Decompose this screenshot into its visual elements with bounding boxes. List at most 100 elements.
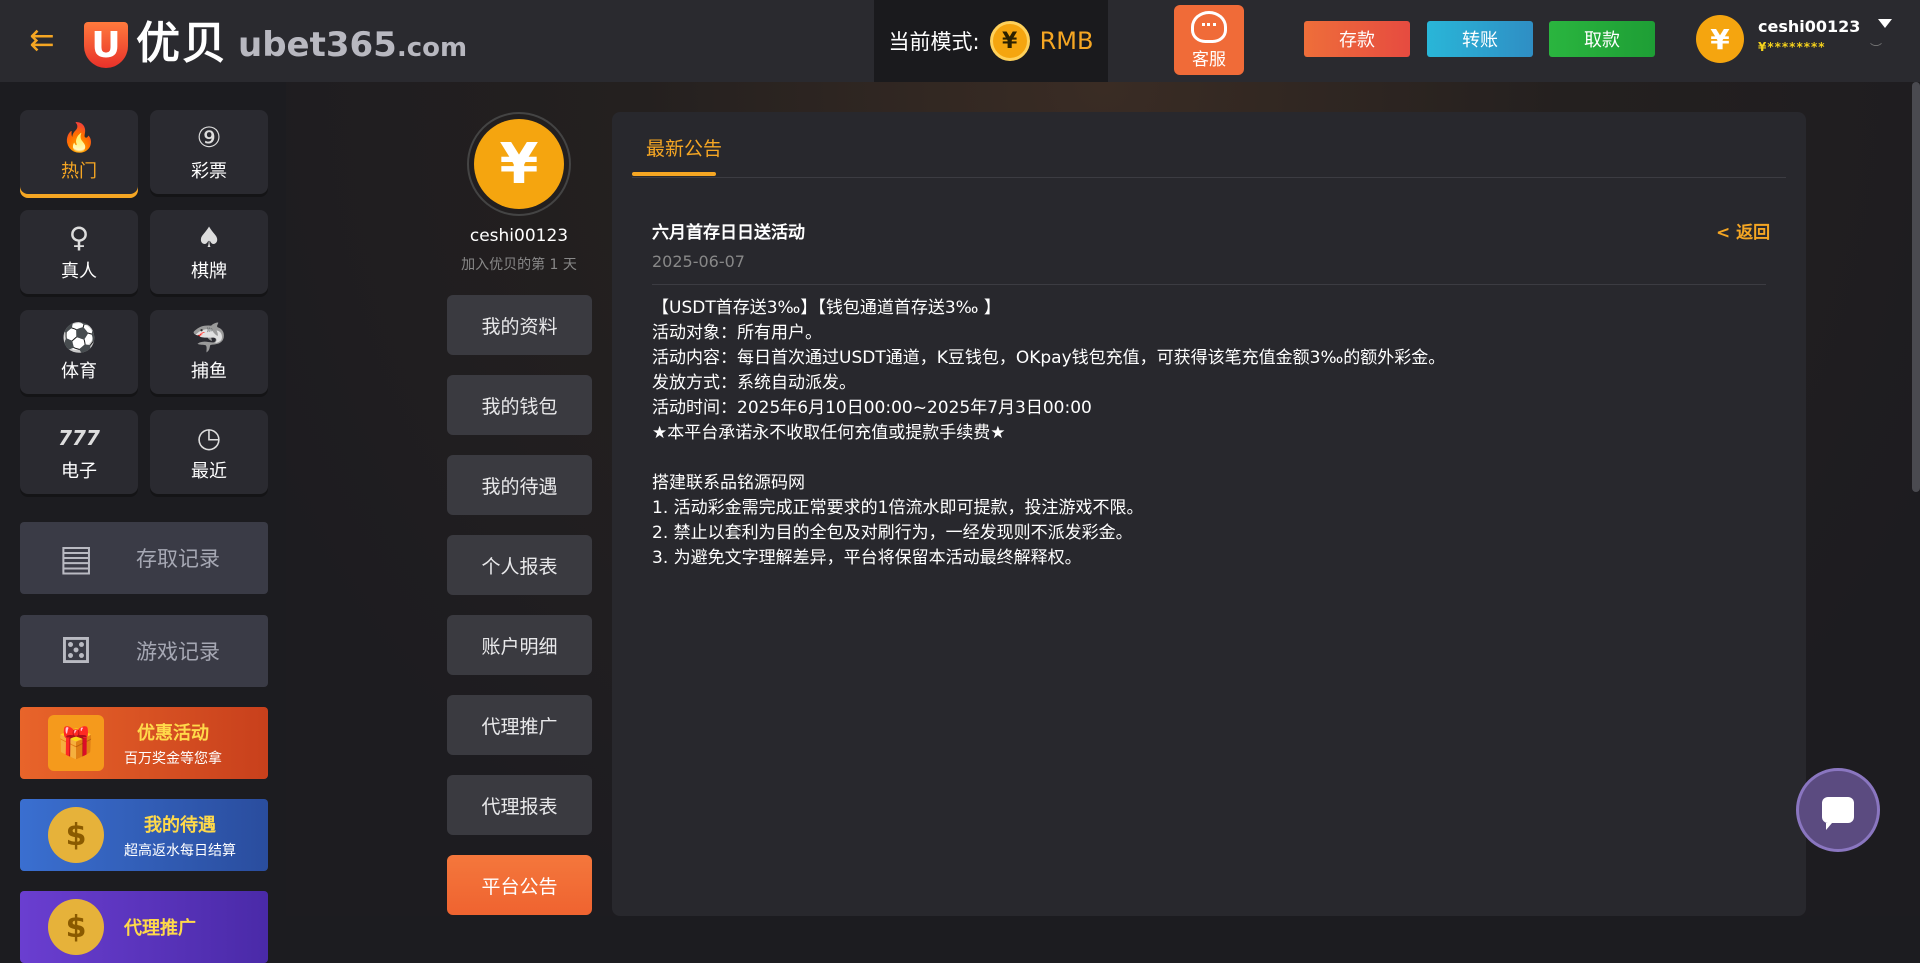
- lottery-ball-icon: ⑨: [196, 121, 222, 154]
- category-slots[interactable]: 777 电子: [20, 410, 138, 494]
- fire-icon: 🔥: [61, 121, 97, 154]
- deposit-withdraw-records-button[interactable]: ▤ 存取记录: [20, 522, 268, 594]
- profile-card: ¥ ceshi00123 加入优贝的第 1 天: [446, 112, 592, 274]
- live-dealer-icon: ♀: [68, 221, 90, 254]
- top-header: ⇇ U 优贝 ubet365.com 当前模式: ¥ RMB 客服 存款 转账 …: [0, 0, 1920, 82]
- body-line: 【USDT首存送3‰】【钱包通道首存送3‰ 】: [652, 298, 1001, 318]
- promo-agent-banner[interactable]: $ 代理推广: [20, 891, 268, 963]
- nav-my-benefits[interactable]: 我的待遇: [447, 455, 592, 515]
- logo-mark: U: [84, 22, 128, 68]
- panel-tabbar: 最新公告: [632, 112, 1786, 178]
- logo-text-cn: 优贝: [136, 18, 228, 69]
- agent-coin-icon: $: [48, 899, 104, 955]
- promo-text: 优惠活动 百万奖金等您拿: [124, 719, 222, 768]
- announcement-date: 2025-06-07: [652, 252, 745, 271]
- body-line: 1. 活动彩金需完成正常要求的1倍流水即可提款，投注游戏不限。: [652, 498, 1144, 518]
- nav-my-wallet[interactable]: 我的钱包: [447, 375, 592, 435]
- clock-icon: ◷: [196, 421, 222, 454]
- promo-subtitle: 百万奖金等您拿: [124, 750, 222, 767]
- nav-agent-promotion[interactable]: 代理推广: [447, 695, 592, 755]
- body-line: 搭建联系品铭源码网: [652, 473, 805, 493]
- back-button[interactable]: < 返回: [1716, 218, 1770, 243]
- category-label: 捕鱼: [191, 361, 227, 382]
- category-sports[interactable]: ⚽ 体育: [20, 310, 138, 394]
- hide-balance-eye-icon[interactable]: ︶: [1870, 40, 1892, 56]
- header-username[interactable]: ceshi00123: [1758, 17, 1860, 36]
- logo-domain-tld: .com: [396, 33, 468, 63]
- category-cards[interactable]: ♠ 棋牌: [150, 210, 268, 294]
- body-line: 2. 禁止以套利为目的全包及对刷行为，一经发现则不派发彩金。: [652, 523, 1133, 543]
- back-label: 返回: [1736, 223, 1771, 243]
- category-recent[interactable]: ◷ 最近: [150, 410, 268, 494]
- live-chat-button[interactable]: [1796, 768, 1880, 852]
- category-fishing[interactable]: 🦈 捕鱼: [150, 310, 268, 394]
- nav-platform-announcements[interactable]: 平台公告: [447, 855, 592, 915]
- announcement-panel: 最新公告 六月首存日日送活动 < 返回 2025-06-07 【USDT首存送3…: [612, 112, 1806, 916]
- masked-balance: ¥********: [1758, 40, 1826, 54]
- logo-domain-name: ubet365: [238, 25, 397, 65]
- transfer-button[interactable]: 转账: [1427, 21, 1533, 57]
- yen-avatar-icon: ¥: [474, 119, 564, 209]
- collapse-menu-icon[interactable]: ⇇: [24, 23, 60, 58]
- gift-icon: 🎁: [48, 715, 104, 771]
- promo-offers-banner[interactable]: 🎁 优惠活动 百万奖金等您拿: [20, 707, 268, 779]
- slot-777-icon: 777: [58, 426, 100, 450]
- promo-subtitle: 超高返水每日结算: [124, 842, 236, 859]
- mode-currency: RMB: [1039, 27, 1094, 55]
- user-dropdown-caret-icon[interactable]: [1878, 19, 1892, 28]
- withdraw-button[interactable]: 取款: [1549, 21, 1655, 57]
- playing-cards-icon: ♠: [196, 221, 222, 254]
- body-line: [652, 446, 1762, 471]
- category-live[interactable]: ♀ 真人: [20, 210, 138, 294]
- profile-avatar: ¥: [467, 112, 571, 216]
- category-hot[interactable]: 🔥 热门: [20, 110, 138, 194]
- body-line: 活动内容：每日首次通过USDT通道，K豆钱包，OKpay钱包充值，可获得该笔充值…: [652, 348, 1446, 368]
- category-lottery[interactable]: ⑨ 彩票: [150, 110, 268, 194]
- game-records-button[interactable]: ⚄ 游戏记录: [20, 615, 268, 687]
- promo-title: 优惠活动: [137, 722, 209, 744]
- body-line: 发放方式：系统自动派发。: [652, 373, 856, 393]
- nav-account-details[interactable]: 账户明细: [447, 615, 592, 675]
- body-line: 3. 为避免文字理解差异，平台将保留本活动最终解释权。: [652, 548, 1082, 568]
- customer-service-button[interactable]: 客服: [1174, 5, 1244, 75]
- user-avatar[interactable]: ¥: [1696, 15, 1744, 63]
- mode-label: 当前模式:: [888, 30, 980, 54]
- left-sidebar: 🔥 热门 ⑨ 彩票 ♀ 真人 ♠ 棋牌 ⚽ 体育 🦈 捕鱼 777 电子 ◷ 最…: [0, 82, 286, 963]
- promo-title: 代理推广: [124, 918, 196, 939]
- category-label: 热门: [61, 161, 97, 182]
- body-line: 活动时间：2025年6月10日00:00~2025年7月3日00:00: [652, 398, 1092, 418]
- currency-mode: 当前模式: ¥ RMB: [874, 0, 1108, 82]
- page-scrollbar[interactable]: [1912, 82, 1920, 492]
- nav-personal-report[interactable]: 个人报表: [447, 535, 592, 595]
- promo-text: 代理推广: [124, 914, 196, 940]
- category-label: 彩票: [191, 161, 227, 182]
- deposit-button[interactable]: 存款: [1304, 21, 1410, 57]
- announcement-body: 【USDT首存送3‰】【钱包通道首存送3‰ 】 活动对象：所有用户。 活动内容：…: [652, 296, 1762, 571]
- coins-record-icon: ▤: [58, 537, 93, 579]
- nav-my-profile[interactable]: 我的资料: [447, 295, 592, 355]
- active-tab-indicator: [632, 172, 716, 176]
- category-label: 棋牌: [191, 261, 227, 282]
- fish-icon: 🦈: [191, 321, 227, 354]
- records-label: 存取记录: [136, 547, 220, 571]
- announcement-title: 六月首存日日送活动: [652, 223, 805, 243]
- category-label: 电子: [61, 461, 97, 482]
- customer-service-label: 客服: [1192, 49, 1226, 70]
- dollar-coin-icon: $: [48, 807, 104, 863]
- category-label: 最近: [191, 461, 227, 482]
- brand-logo[interactable]: U 优贝 ubet365.com: [84, 12, 467, 68]
- profile-username: ceshi00123: [469, 226, 569, 246]
- promo-benefits-banner[interactable]: $ 我的待遇 超高返水每日结算: [20, 799, 268, 871]
- tab-latest-announcements[interactable]: 最新公告: [646, 134, 722, 161]
- nav-agent-report[interactable]: 代理报表: [447, 775, 592, 835]
- category-label: 体育: [61, 361, 97, 382]
- logo-domain: ubet365.com: [238, 25, 467, 68]
- promo-title: 我的待遇: [144, 814, 216, 836]
- back-chevron-icon: <: [1716, 223, 1731, 243]
- soccer-ball-icon: ⚽: [61, 321, 97, 354]
- profile-join-days: 加入优贝的第 1 天: [461, 257, 577, 273]
- category-label: 真人: [61, 261, 97, 282]
- headset-icon: [1191, 10, 1227, 43]
- body-line: ★本平台承诺永不收取任何充值或提款手续费★: [652, 423, 1006, 443]
- divider: [652, 284, 1766, 285]
